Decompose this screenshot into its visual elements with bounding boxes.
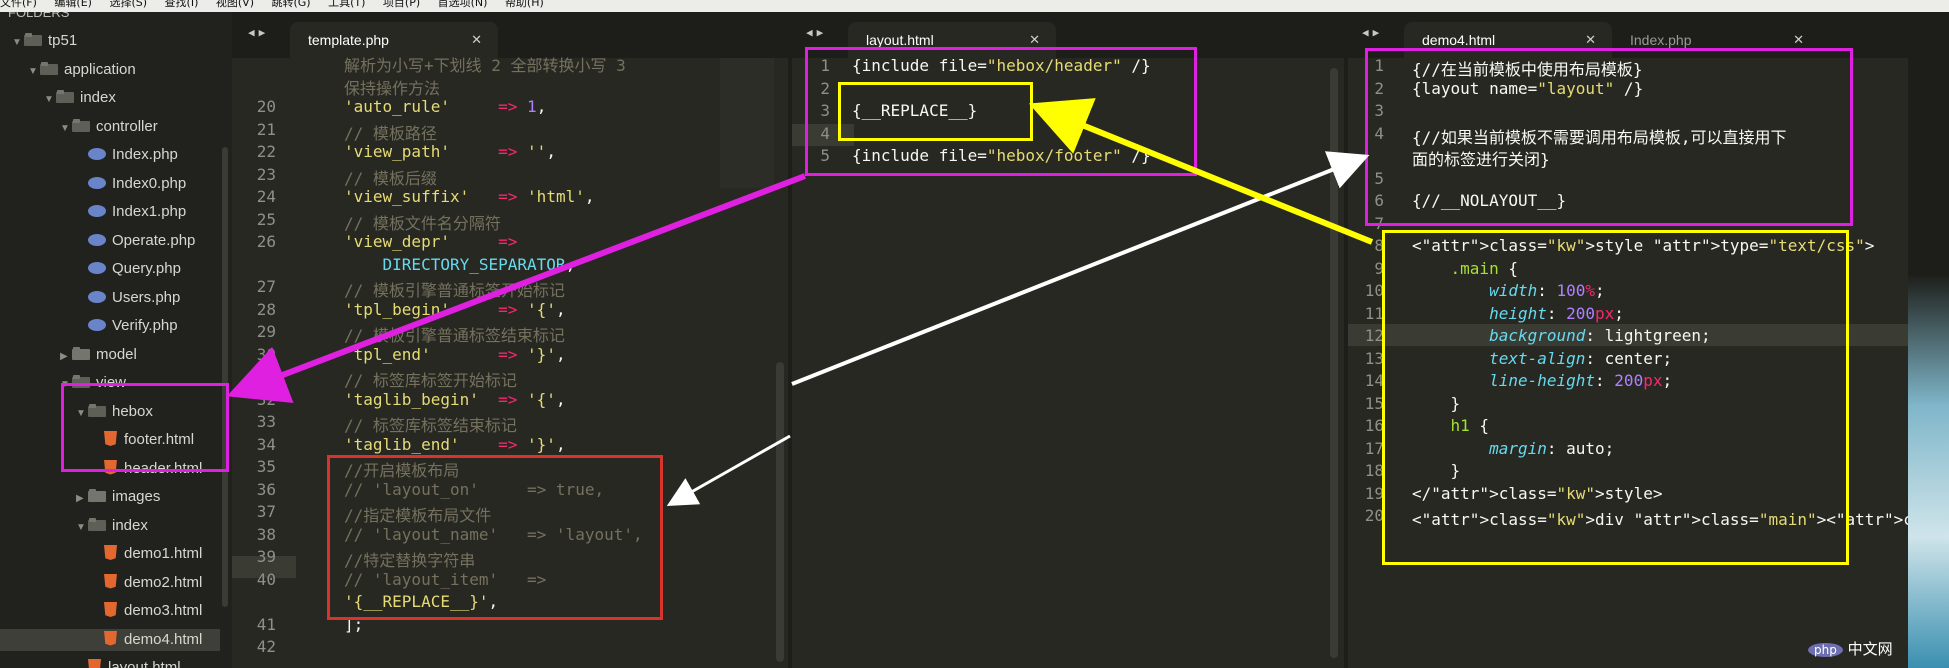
white-arrow-config (666, 434, 791, 506)
magenta-arrow (226, 173, 807, 403)
annotation-arrows (226, 98, 1374, 506)
white-arrow-layout-tag (791, 151, 1370, 386)
watermark-logo: php (1808, 643, 1843, 657)
watermark-text: 中文网 (1847, 640, 1893, 658)
watermark: php 中文网 (1808, 638, 1893, 659)
